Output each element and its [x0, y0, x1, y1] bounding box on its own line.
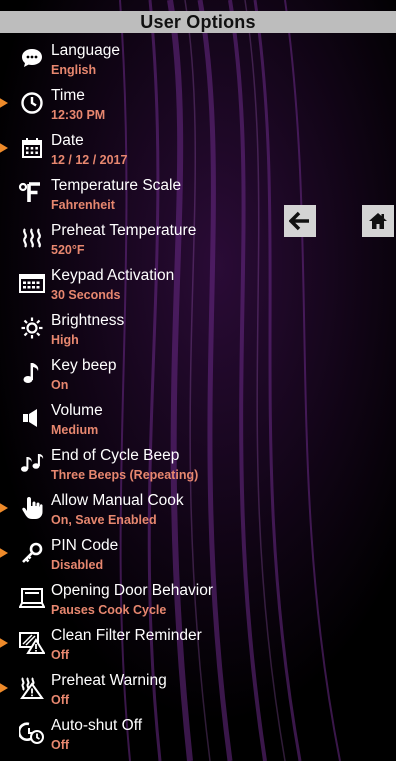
sun-icon — [18, 314, 46, 342]
option-value: Off — [51, 648, 70, 662]
option-preheat-temperature[interactable]: Preheat Temperature 520°F — [0, 218, 260, 262]
arrow-left-icon — [289, 211, 309, 231]
option-value: Fahrenheit — [51, 198, 115, 212]
option-label: Keypad Activation — [51, 267, 175, 284]
speech-bubble-icon — [18, 44, 46, 72]
option-value: 520°F — [51, 243, 85, 257]
calendar-icon — [18, 134, 46, 162]
filter-warning-icon — [18, 629, 46, 657]
option-value: On — [51, 378, 69, 392]
option-volume[interactable]: Volume Medium — [0, 398, 260, 442]
option-temperature-scale[interactable]: Temperature Scale Fahrenheit — [0, 173, 260, 217]
option-value: High — [51, 333, 79, 347]
option-opening-door-behavior[interactable]: Opening Door Behavior Pauses Cook Cycle — [0, 578, 260, 622]
option-value: On, Save Enabled — [51, 513, 157, 527]
option-value: 30 Seconds — [51, 288, 121, 302]
pointer-arrow-icon — [0, 683, 8, 693]
pointer-arrow-icon — [0, 548, 8, 558]
auto-off-clock-icon — [18, 719, 46, 747]
option-date[interactable]: Date 12 / 12 / 2017 — [0, 128, 260, 172]
option-value: Off — [51, 693, 70, 707]
option-value: 12:30 PM — [51, 108, 106, 122]
option-label: Language — [51, 42, 120, 59]
option-keypad-activation[interactable]: Keypad Activation 30 Seconds — [0, 263, 260, 307]
option-end-of-cycle-beep[interactable]: End of Cycle Beep Three Beeps (Repeating… — [0, 443, 260, 487]
option-value: Disabled — [51, 558, 104, 572]
option-label: PIN Code — [51, 537, 119, 554]
option-label: End of Cycle Beep — [51, 447, 180, 464]
option-value: English — [51, 63, 97, 77]
option-label: Preheat Warning — [51, 672, 167, 689]
hand-pointer-icon — [18, 494, 46, 522]
option-label: Opening Door Behavior — [51, 582, 213, 599]
oven-door-icon — [18, 584, 46, 612]
option-value: Off — [51, 738, 70, 752]
option-value: Three Beeps (Repeating) — [51, 468, 199, 482]
option-language[interactable]: Language English — [0, 38, 260, 82]
option-time[interactable]: Time 12:30 PM — [0, 83, 260, 127]
heat-waves-icon — [18, 224, 46, 252]
option-label: Clean Filter Reminder — [51, 627, 202, 644]
option-label: Preheat Temperature — [51, 222, 197, 239]
option-label: Time — [51, 87, 85, 104]
option-label: Volume — [51, 402, 103, 419]
key-icon — [18, 539, 46, 567]
degree-f-icon — [18, 179, 46, 207]
option-label: Key beep — [51, 357, 117, 374]
clock-icon — [18, 89, 46, 117]
option-label: Brightness — [51, 312, 125, 329]
option-label: Allow Manual Cook — [51, 492, 184, 509]
pointer-arrow-icon — [0, 638, 8, 648]
page-title: User Options — [140, 11, 256, 32]
option-value: Medium — [51, 423, 99, 437]
title-bar: User Options — [0, 11, 396, 33]
pointer-arrow-icon — [0, 143, 8, 153]
double-note-icon — [18, 449, 46, 477]
option-key-beep[interactable]: Key beep On — [0, 353, 260, 397]
option-label: Auto-shut Off — [51, 717, 143, 734]
option-label: Date — [51, 132, 84, 149]
option-value: Pauses Cook Cycle — [51, 603, 167, 617]
option-allow-manual-cook[interactable]: Allow Manual Cook On, Save Enabled — [0, 488, 260, 532]
option-auto-shut-off[interactable]: Auto-shut Off Off — [0, 713, 260, 757]
back-button[interactable] — [284, 205, 316, 237]
option-preheat-warning[interactable]: Preheat Warning Off — [0, 668, 260, 712]
option-label: Temperature Scale — [51, 177, 182, 194]
keypad-icon — [18, 269, 46, 297]
pointer-arrow-icon — [0, 98, 8, 108]
option-clean-filter-reminder[interactable]: Clean Filter Reminder Off — [0, 623, 260, 667]
option-pin-code[interactable]: PIN Code Disabled — [0, 533, 260, 577]
pointer-arrow-icon — [0, 503, 8, 513]
heat-warning-icon — [18, 674, 46, 702]
option-value: 12 / 12 / 2017 — [51, 153, 128, 167]
home-button[interactable] — [362, 205, 394, 237]
music-note-icon — [18, 359, 46, 387]
option-brightness[interactable]: Brightness High — [0, 308, 260, 352]
home-icon — [369, 213, 387, 229]
speaker-icon — [18, 404, 46, 432]
